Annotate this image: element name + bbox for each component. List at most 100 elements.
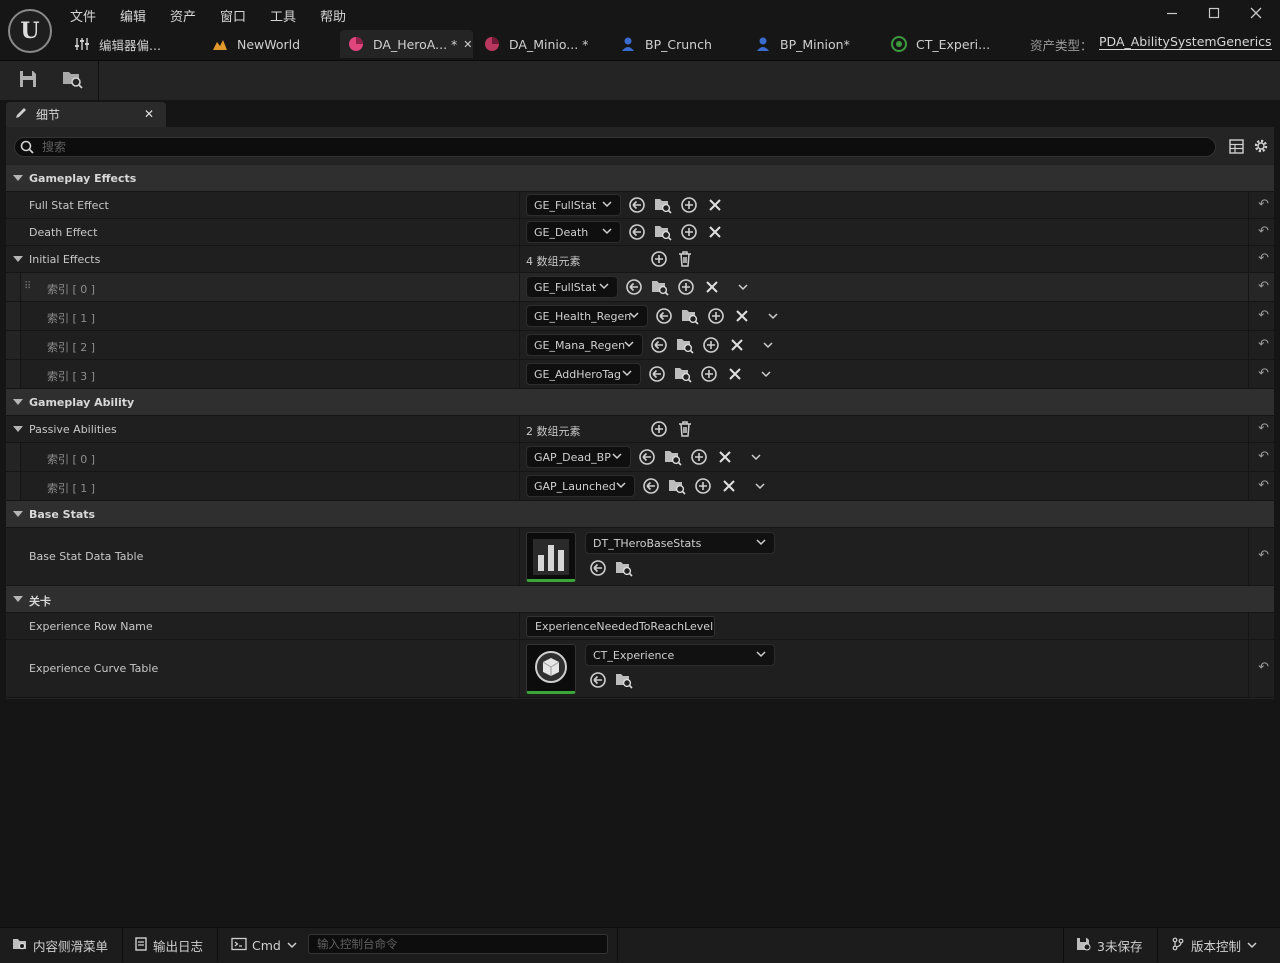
browse-to-asset-icon[interactable] — [61, 68, 87, 90]
unreal-logo-icon[interactable]: U — [8, 9, 52, 53]
clear-icon[interactable] — [728, 336, 746, 354]
browse-icon[interactable] — [651, 278, 669, 296]
collapse-arrow-icon[interactable] — [13, 596, 23, 602]
asset-picker-combo[interactable]: GE_FullStat — [526, 276, 618, 298]
menu-tools[interactable]: 工具 — [270, 6, 296, 25]
category-gameplay-ability[interactable]: Gameplay Ability — [6, 389, 1274, 416]
browse-icon[interactable] — [676, 336, 694, 354]
browse-icon[interactable] — [664, 448, 682, 466]
close-window-icon[interactable] — [1242, 4, 1270, 26]
gear-icon[interactable] — [1253, 138, 1269, 157]
close-icon[interactable]: ✕ — [144, 107, 154, 121]
tab-ct-experience[interactable]: CT_Experi... — [891, 30, 990, 58]
unsaved-button[interactable]: 3未保存 — [1076, 928, 1142, 962]
chevron-down-icon[interactable] — [759, 336, 777, 354]
reset-to-default-icon[interactable]: ↶ — [1258, 478, 1269, 493]
reset-to-default-icon[interactable]: ↶ — [1258, 279, 1269, 294]
content-drawer-button[interactable]: 内容侧滑菜单 — [12, 928, 108, 962]
collapse-arrow-icon[interactable] — [13, 175, 23, 181]
category-level[interactable]: 关卡 — [6, 586, 1274, 613]
reset-to-default-icon[interactable]: ↶ — [1258, 449, 1269, 464]
reset-to-default-icon[interactable]: ↶ — [1258, 308, 1269, 323]
asset-type-link[interactable]: PDA_AbilitySystemGenerics — [1099, 35, 1272, 50]
menu-edit[interactable]: 编辑 — [120, 6, 146, 25]
clear-icon[interactable] — [726, 365, 744, 383]
asset-picker-combo[interactable]: GAP_Dead_BP — [526, 446, 631, 468]
table-view-icon[interactable] — [1229, 139, 1244, 157]
browse-icon[interactable] — [681, 307, 699, 325]
reset-to-default-icon[interactable]: ↶ — [1258, 251, 1269, 266]
chevron-down-icon[interactable] — [764, 307, 782, 325]
collapse-arrow-icon[interactable] — [13, 256, 23, 262]
add-circle-icon[interactable] — [677, 278, 695, 296]
add-circle-icon[interactable] — [700, 365, 718, 383]
minimize-icon[interactable] — [1158, 4, 1186, 26]
use-selected-icon[interactable] — [642, 477, 660, 495]
asset-picker-combo[interactable]: GAP_Launched — [526, 475, 635, 497]
tab-newworld[interactable]: NewWorld — [212, 30, 300, 58]
reset-to-default-icon[interactable]: ↶ — [1258, 366, 1269, 381]
clear-icon[interactable] — [706, 223, 724, 241]
reset-to-default-icon[interactable]: ↶ — [1258, 197, 1269, 212]
output-log-button[interactable]: 输出日志 — [134, 928, 203, 962]
use-selected-icon[interactable] — [625, 278, 643, 296]
browse-icon[interactable] — [674, 365, 692, 383]
clear-icon[interactable] — [703, 278, 721, 296]
add-element-icon[interactable] — [650, 250, 668, 268]
collapse-arrow-icon[interactable] — [13, 426, 23, 432]
asset-picker-combo[interactable]: GE_Mana_Regen — [526, 334, 643, 356]
tab-bp-minion[interactable]: BP_Minion* — [755, 30, 850, 58]
source-control-button[interactable]: 版本控制 — [1171, 928, 1257, 962]
reset-to-default-icon[interactable]: ↶ — [1258, 224, 1269, 239]
chevron-down-icon[interactable] — [734, 278, 752, 296]
reset-to-default-icon[interactable]: ↶ — [1258, 660, 1269, 675]
chevron-down-icon[interactable] — [751, 477, 769, 495]
close-tab-icon[interactable]: ✕ — [463, 38, 472, 51]
clear-icon[interactable] — [716, 448, 734, 466]
asset-picker-combo[interactable]: DT_THeroBaseStats — [585, 532, 775, 554]
cmd-dropdown[interactable]: Cmd — [231, 928, 297, 962]
data-table-thumbnail[interactable] — [526, 532, 576, 582]
menu-window[interactable]: 窗口 — [220, 6, 246, 25]
use-selected-icon[interactable] — [589, 559, 607, 577]
use-selected-icon[interactable] — [628, 223, 646, 241]
clear-icon[interactable] — [720, 477, 738, 495]
category-gameplay-effects[interactable]: Gameplay Effects — [6, 165, 1274, 192]
add-circle-icon[interactable] — [707, 307, 725, 325]
drag-handle-icon[interactable]: ⠿ — [24, 281, 31, 292]
add-circle-icon[interactable] — [690, 448, 708, 466]
asset-picker-combo[interactable]: GE_AddHeroTag — [526, 363, 641, 385]
browse-icon[interactable] — [668, 477, 686, 495]
details-tab[interactable]: 细节 ✕ — [6, 102, 166, 127]
add-circle-icon[interactable] — [680, 223, 698, 241]
reset-to-default-icon[interactable]: ↶ — [1258, 337, 1269, 352]
menu-file[interactable]: 文件 — [70, 6, 96, 25]
browse-icon[interactable] — [654, 223, 672, 241]
reset-to-default-icon[interactable]: ↶ — [1258, 548, 1269, 563]
chevron-down-icon[interactable] — [757, 365, 775, 383]
clear-icon[interactable] — [733, 307, 751, 325]
collapse-arrow-icon[interactable] — [13, 511, 23, 517]
asset-picker-combo[interactable]: GE_Death — [526, 221, 621, 243]
save-icon[interactable] — [17, 68, 43, 90]
browse-icon[interactable] — [615, 559, 633, 577]
search-input[interactable] — [14, 137, 1216, 157]
clear-icon[interactable] — [706, 196, 724, 214]
asset-picker-combo[interactable]: CT_Experience — [585, 644, 775, 666]
trash-icon[interactable] — [676, 420, 694, 438]
trash-icon[interactable] — [676, 250, 694, 268]
category-base-stats[interactable]: Base Stats — [6, 501, 1274, 528]
browse-icon[interactable] — [615, 671, 633, 689]
tab-da-minion[interactable]: DA_Minio... * — [484, 30, 588, 58]
chevron-down-icon[interactable] — [747, 448, 765, 466]
reset-to-default-icon[interactable]: ↶ — [1258, 421, 1269, 436]
add-circle-icon[interactable] — [702, 336, 720, 354]
use-selected-icon[interactable] — [628, 196, 646, 214]
use-selected-icon[interactable] — [650, 336, 668, 354]
use-selected-icon[interactable] — [589, 671, 607, 689]
experience-row-name-field[interactable]: ExperienceNeededToReachLevel — [526, 616, 715, 637]
menu-asset[interactable]: 资产 — [170, 6, 196, 25]
add-element-icon[interactable] — [650, 420, 668, 438]
tab-bp-crunch[interactable]: BP_Crunch — [620, 30, 712, 58]
use-selected-icon[interactable] — [655, 307, 673, 325]
